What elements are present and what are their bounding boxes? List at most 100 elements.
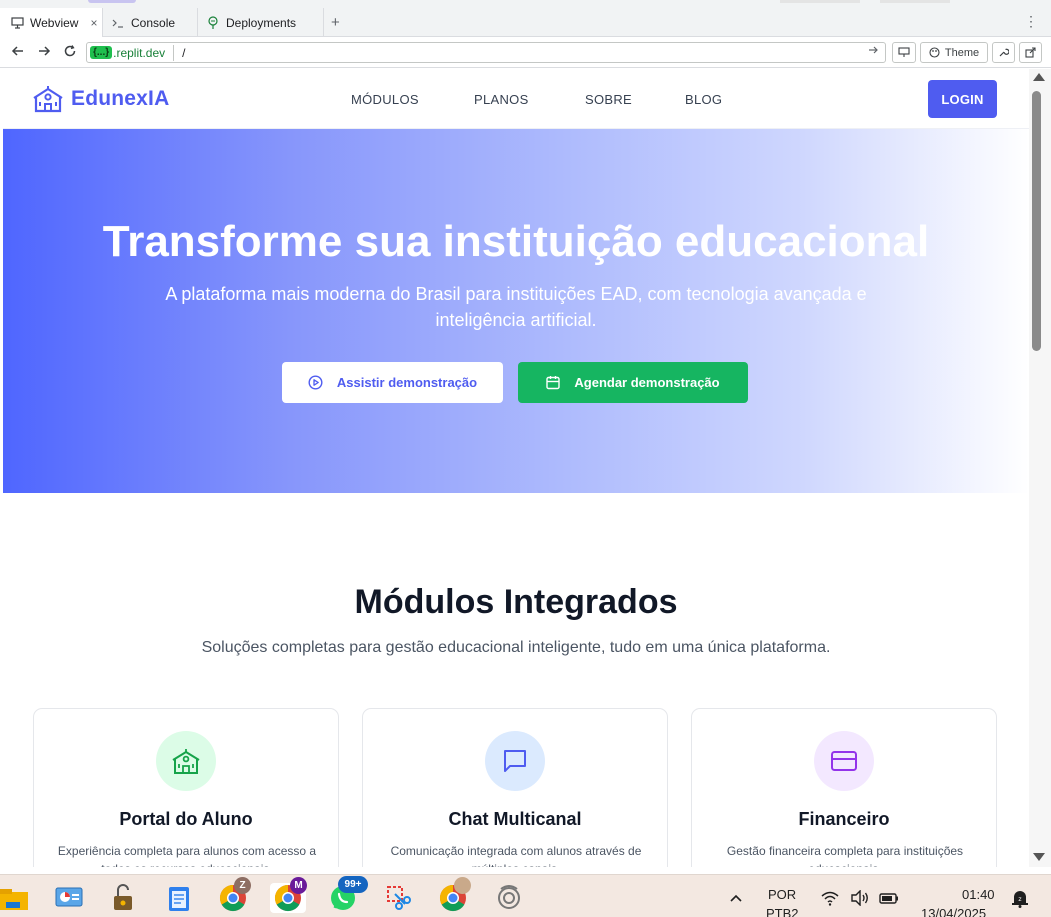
module-card-financeiro[interactable]: Financeiro Gestão financeira completa pa… <box>691 708 997 867</box>
tab-webview[interactable]: Webview × <box>0 8 103 37</box>
clock-time[interactable]: 01:40 <box>962 887 995 902</box>
back-button[interactable] <box>11 44 25 61</box>
module-card-title: Chat Multicanal <box>448 809 582 829</box>
nav-link-blog[interactable]: BLOG <box>685 92 722 107</box>
go-arrow-icon[interactable] <box>868 45 879 58</box>
whatsapp-icon[interactable]: 99+ <box>328 876 368 913</box>
chevron-up-icon[interactable] <box>722 883 750 913</box>
url-domain: .replit.dev <box>113 45 166 60</box>
modules-title: Módulos Integrados <box>354 583 678 621</box>
new-tab-button[interactable]: + <box>331 14 340 31</box>
top-edge-highlight <box>88 0 136 3</box>
arrow-left-icon <box>11 46 23 56</box>
terminal-icon <box>111 16 125 30</box>
nav-link-sobre[interactable]: SOBRE <box>585 92 632 107</box>
notification-badge: 99+ <box>338 876 368 893</box>
devtools-button[interactable] <box>992 42 1015 63</box>
window-top-edge <box>0 0 1051 8</box>
keyboard-language[interactable]: POR <box>768 887 796 902</box>
clock-date[interactable]: 13/04/2025 <box>921 906 986 917</box>
chat-icon <box>485 731 545 791</box>
security-app-icon[interactable] <box>108 883 138 913</box>
device-preview-button[interactable] <box>892 42 916 63</box>
arrow-right-icon <box>39 46 51 56</box>
module-card-description: Comunicação integrada com alunos através… <box>390 844 642 867</box>
brand-name: EdunexIA <box>71 87 170 110</box>
battery-icon[interactable] <box>875 883 903 913</box>
module-card-title: Financeiro <box>798 809 890 829</box>
screen: Webview × Console Deployments + ⋮ {...} … <box>0 0 1051 917</box>
nav-link-planos[interactable]: PLANOS <box>474 92 529 107</box>
address-bar: {...} .replit.dev / Theme <box>0 38 1051 68</box>
close-icon[interactable]: × <box>90 16 97 30</box>
avatar <box>454 877 471 894</box>
open-new-window-button[interactable] <box>1019 42 1042 63</box>
snipping-tool-icon[interactable] <box>384 883 414 913</box>
tab-console[interactable]: Console <box>103 8 198 37</box>
wrench-icon <box>999 48 1009 57</box>
tab-label: Webview <box>30 15 79 30</box>
calendar-icon <box>546 375 561 390</box>
schedule-demo-button[interactable]: Agendar demonstração <box>518 362 748 403</box>
scroll-down-arrow-icon[interactable] <box>1033 853 1045 861</box>
os-taskbar: Z M 99+ POR PTB2 01:40 13/04/2025 z <box>0 874 1051 917</box>
profile-badge: M <box>290 877 307 894</box>
module-card-title: Portal do Aluno <box>119 809 253 829</box>
palette-icon <box>929 47 940 58</box>
modules-subtitle: Soluções completas para gestão educacion… <box>201 639 831 656</box>
login-button[interactable]: LOGIN <box>928 80 997 118</box>
volume-icon[interactable] <box>846 883 874 913</box>
notepad-icon[interactable] <box>164 883 194 913</box>
brand-logo[interactable]: EdunexIA <box>33 85 169 113</box>
hero-subtitle: A plataforma mais moderna do Brasil para… <box>165 284 867 330</box>
chrome-icon[interactable]: M <box>270 877 307 913</box>
webview-viewport: EdunexIA MÓDULOS PLANOS SOBRE BLOG LOGIN… <box>3 69 1029 867</box>
monitor-icon <box>10 16 24 30</box>
watch-demo-label: Assistir demonstração <box>336 375 478 390</box>
url-prefix-badge: {...} <box>90 46 113 59</box>
keyboard-layout[interactable]: PTB2 <box>766 906 799 917</box>
chrome-icon[interactable]: Z <box>218 877 251 913</box>
module-card-description: Experiência completa para alunos com ace… <box>57 844 317 867</box>
deploy-icon <box>206 16 220 30</box>
reload-icon <box>64 45 76 57</box>
module-card-chat[interactable]: Chat Multicanal Comunicação integrada co… <box>362 708 668 867</box>
forward-button[interactable] <box>37 44 51 61</box>
wifi-icon[interactable] <box>816 883 844 913</box>
profile-badge: Z <box>234 877 251 894</box>
chrome-icon[interactable] <box>438 877 471 913</box>
theme-button[interactable]: Theme <box>920 42 988 63</box>
reload-button[interactable] <box>63 44 77 61</box>
monitor-icon <box>898 47 910 57</box>
school-icon <box>156 731 216 791</box>
top-edge-control <box>880 0 950 3</box>
file-explorer-icon[interactable] <box>0 883 28 913</box>
tab-deployments[interactable]: Deployments <box>198 8 324 37</box>
school-icon <box>33 86 63 113</box>
hero-title: Transforme sua instituição educacional <box>102 217 930 266</box>
more-options-icon[interactable]: ⋮ <box>1024 13 1038 30</box>
tab-label: Console <box>131 15 176 30</box>
vertical-scrollbar[interactable] <box>1029 69 1051 867</box>
app-icon[interactable] <box>494 883 524 913</box>
nav-link-modulos[interactable]: MÓDULOS <box>351 92 419 107</box>
url-field[interactable]: {...} .replit.dev / <box>86 42 886 63</box>
theme-label: Theme <box>944 46 980 59</box>
watch-demo-button[interactable]: Assistir demonstração <box>282 362 503 403</box>
module-card-description: Gestão financeira completa para institui… <box>726 844 964 867</box>
notification-bell-icon[interactable]: z <box>1006 883 1034 913</box>
play-circle-icon <box>308 375 323 390</box>
scroll-thumb[interactable] <box>1032 91 1041 351</box>
module-card-portal[interactable]: Portal do Aluno Experiência completa par… <box>33 708 339 867</box>
dashboard-app-icon[interactable] <box>54 883 84 913</box>
top-edge-control <box>780 0 860 3</box>
site-header: EdunexIA MÓDULOS PLANOS SOBRE BLOG LOGIN <box>3 69 1029 129</box>
scroll-up-arrow-icon[interactable] <box>1033 73 1045 81</box>
credit-card-icon <box>814 731 874 791</box>
external-link-icon <box>1025 47 1036 58</box>
hero-section: Transforme sua instituição educacional A… <box>3 129 1029 493</box>
url-path: / <box>182 45 186 60</box>
schedule-demo-label: Agendar demonstração <box>574 375 720 390</box>
tab-bar: Webview × Console Deployments + ⋮ <box>0 8 1051 37</box>
tab-label: Deployments <box>226 15 297 30</box>
